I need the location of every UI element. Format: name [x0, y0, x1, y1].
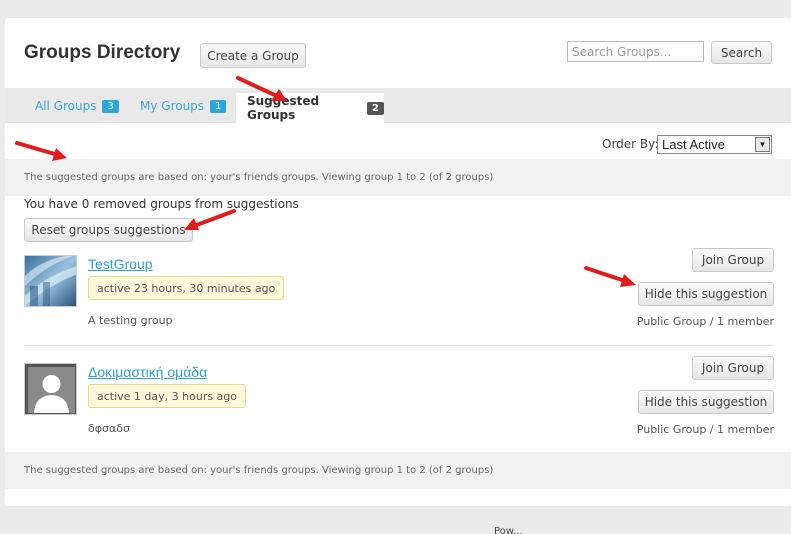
group-meta: Public Group / 1 member — [636, 315, 774, 328]
tab-my-groups[interactable]: My Groups 1 — [140, 96, 227, 116]
group-name-link[interactable]: Δοκιμαστική ομάδα — [88, 364, 207, 380]
count-badge: 2 — [367, 101, 384, 115]
search-input[interactable] — [567, 41, 704, 62]
annotation-arrow-icon — [15, 141, 67, 161]
pagination-info-top: The suggested groups are based on: your'… — [5, 159, 791, 196]
count-badge: 3 — [102, 99, 119, 113]
page-title: Groups Directory — [24, 42, 181, 63]
reset-suggestions-button[interactable]: Reset groups suggestions — [24, 218, 193, 242]
group-avatar-image — [25, 256, 76, 306]
order-by-select[interactable]: Last Active ▼ — [657, 135, 772, 154]
hide-suggestion-button[interactable]: Hide this suggestion — [638, 390, 774, 414]
groups-panel: Groups Directory Create a Group Search A… — [5, 18, 791, 506]
pagination-info-bottom: The suggested groups are based on: your'… — [5, 452, 791, 489]
tab-label: My Groups — [140, 99, 205, 113]
annotation-arrow-icon — [584, 266, 636, 287]
activity-badge: active 23 hours, 30 minutes ago — [88, 276, 285, 300]
dropdown-arrow-icon[interactable]: ▼ — [755, 137, 770, 152]
search-button[interactable]: Search — [711, 41, 772, 64]
removed-count-text: You have 0 removed groups from suggestio… — [24, 197, 299, 211]
group-avatar[interactable] — [24, 255, 77, 307]
selected-option: Last Active — [662, 137, 725, 152]
group-name-link[interactable]: TestGroup — [88, 256, 153, 272]
divider — [24, 345, 774, 346]
tab-bar: All Groups 3 My Groups 1 Suggested Group… — [5, 88, 791, 123]
count-badge: 1 — [210, 99, 227, 113]
order-by-label: Order By: — [602, 137, 659, 151]
group-description: δφσαδσ — [88, 422, 130, 435]
tab-all-groups[interactable]: All Groups 3 — [35, 96, 119, 116]
default-avatar-icon — [25, 364, 76, 414]
group-description: A testing group — [88, 314, 173, 327]
annotation-arrow-icon — [236, 76, 287, 101]
tab-label: All Groups — [35, 99, 97, 113]
annotation-arrow-icon — [184, 209, 236, 230]
footer-text: Pow... — [494, 526, 523, 534]
group-avatar[interactable] — [24, 363, 77, 415]
create-group-button[interactable]: Create a Group — [200, 43, 306, 68]
activity-badge: active 1 day, 3 hours ago — [88, 384, 247, 408]
join-group-button[interactable]: Join Group — [692, 248, 774, 272]
group-meta: Public Group / 1 member — [636, 423, 774, 436]
hide-suggestion-button[interactable]: Hide this suggestion — [638, 282, 774, 306]
join-group-button[interactable]: Join Group — [692, 356, 774, 380]
